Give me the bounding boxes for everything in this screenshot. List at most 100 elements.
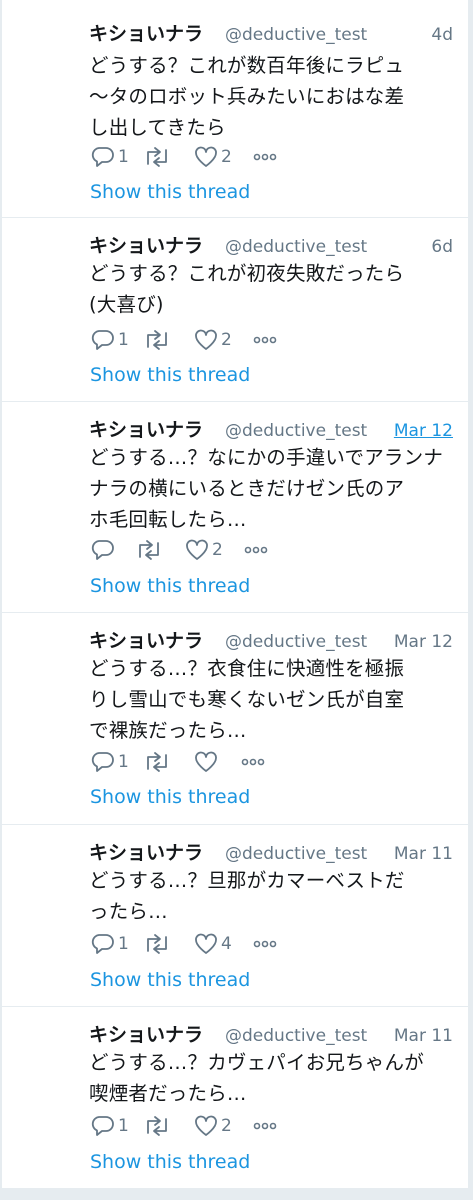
reply-icon	[91, 934, 114, 954]
tweet-text-line: どうする？これが初夜失敗だったら	[89, 262, 405, 285]
reply-count: 1	[118, 147, 129, 167]
more-button[interactable]	[252, 327, 278, 353]
more-icon	[244, 546, 268, 554]
tweet-text-line: どうする…？衣食住に快適性を極振	[89, 657, 405, 680]
show-thread-link[interactable]: Show this thread	[90, 1149, 250, 1175]
username-handle[interactable]: @deductive_test	[225, 420, 367, 442]
retweet-button[interactable]	[134, 537, 166, 563]
tweet-actions: 1	[90, 749, 310, 775]
reply-button[interactable]: 1	[90, 749, 129, 775]
retweet-icon	[147, 1116, 167, 1136]
tweet-header: キショいナラ @deductive_test Mar 12	[89, 629, 459, 655]
tweet-header: キショいナラ @deductive_test Mar 11	[89, 1023, 459, 1049]
tweet-text: どうする…？カヴェパイお兄ちゃんが 喫煙者だったら…	[89, 1047, 461, 1109]
reply-button[interactable]: 1	[90, 931, 129, 957]
heart-icon	[195, 146, 217, 167]
tweet-text-line: 喫煙者だったら…	[89, 1082, 247, 1105]
heart-icon	[186, 539, 208, 560]
more-button[interactable]	[252, 1113, 278, 1139]
tweet-actions: 1 2	[90, 144, 310, 170]
tweet[interactable]: キショいナラ @deductive_test Mar 11 どうする…？カヴェパ…	[2, 1007, 468, 1188]
more-icon	[241, 758, 265, 766]
like-button[interactable]: 2	[184, 537, 223, 563]
username-handle[interactable]: @deductive_test	[225, 631, 367, 653]
display-name[interactable]: キショいナラ	[89, 841, 203, 865]
more-button[interactable]	[240, 749, 266, 775]
timestamp[interactable]: 6d	[431, 236, 453, 258]
like-count: 4	[221, 934, 232, 954]
tweet-header: キショいナラ @deductive_test 4d	[89, 22, 459, 48]
timestamp[interactable]: Mar 12	[394, 420, 453, 442]
retweet-button[interactable]	[142, 1113, 174, 1139]
retweet-button[interactable]	[142, 749, 174, 775]
reply-button[interactable]: 1	[90, 327, 129, 353]
tweet-text-line: どうする…？なにかの手違いでアランナ	[89, 446, 444, 469]
like-button[interactable]	[193, 749, 221, 775]
retweet-icon	[147, 147, 167, 167]
more-button[interactable]	[252, 144, 278, 170]
heart-icon	[195, 329, 217, 350]
username-handle[interactable]: @deductive_test	[225, 843, 367, 865]
tweet-text: どうする…？旦那がカマーベストだ ったら…	[89, 865, 461, 927]
timestamp[interactable]: Mar 11	[394, 843, 453, 865]
display-name[interactable]: キショいナラ	[89, 234, 203, 258]
like-count: 2	[221, 147, 232, 167]
show-thread-link[interactable]: Show this thread	[90, 784, 250, 810]
display-name[interactable]: キショいナラ	[89, 22, 203, 46]
display-name[interactable]: キショいナラ	[89, 1023, 203, 1047]
tweet-text-line: どうする？これが数百年後にラピュ	[89, 54, 405, 77]
reply-icon	[91, 1116, 114, 1136]
heart-icon	[195, 933, 217, 954]
display-name[interactable]: キショいナラ	[89, 418, 203, 442]
display-name[interactable]: キショいナラ	[89, 629, 203, 653]
tweet[interactable]: キショいナラ @deductive_test 6d どうする？これが初夜失敗だっ…	[2, 218, 468, 402]
like-button[interactable]: 2	[193, 144, 232, 170]
retweet-button[interactable]	[142, 931, 174, 957]
timestamp[interactable]: 4d	[431, 24, 453, 46]
more-icon	[253, 153, 277, 161]
username-handle[interactable]: @deductive_test	[225, 24, 367, 46]
like-button[interactable]: 2	[193, 1113, 232, 1139]
show-thread-link[interactable]: Show this thread	[90, 573, 250, 599]
timestamp[interactable]: Mar 12	[394, 631, 453, 653]
tweet-text: どうする…？衣食住に快適性を極振 りし雪山でも寒くないゼン氏が自室 で裸族だった…	[89, 653, 461, 746]
retweet-button[interactable]	[142, 144, 174, 170]
reply-count: 1	[118, 934, 129, 954]
tweet-actions: 1 2	[90, 327, 310, 353]
retweet-button[interactable]	[142, 327, 174, 353]
tweet-text-line: ホ毛回転したら…	[89, 508, 247, 531]
show-thread-link[interactable]: Show this thread	[90, 179, 250, 205]
tweet-actions: 1 4	[90, 931, 310, 957]
tweet-text-line: し出してきたら	[89, 116, 226, 139]
reply-button[interactable]	[90, 537, 118, 563]
more-icon	[253, 940, 277, 948]
more-button[interactable]	[252, 931, 278, 957]
reply-icon	[91, 330, 114, 350]
username-handle[interactable]: @deductive_test	[225, 236, 367, 258]
tweet-text-line: ったら…	[89, 900, 168, 923]
reply-icon	[91, 752, 114, 772]
show-thread-link[interactable]: Show this thread	[90, 362, 250, 388]
tweet[interactable]: キショいナラ @deductive_test 4d どうする？これが数百年後にラ…	[2, 0, 468, 218]
like-button[interactable]: 2	[193, 327, 232, 353]
tweet[interactable]: キショいナラ @deductive_test Mar 12 どうする…？衣食住に…	[2, 613, 468, 825]
reply-button[interactable]: 1	[90, 144, 129, 170]
retweet-icon	[147, 330, 167, 350]
like-count: 2	[221, 1116, 232, 1136]
tweet-header: キショいナラ @deductive_test 6d	[89, 234, 459, 260]
show-thread-link[interactable]: Show this thread	[90, 967, 250, 993]
tweet-header: キショいナラ @deductive_test Mar 12	[89, 418, 459, 444]
tweet-actions: 1 2	[90, 1113, 310, 1139]
like-count: 2	[221, 330, 232, 350]
tweet-actions: 2	[90, 537, 310, 563]
tweet[interactable]: キショいナラ @deductive_test Mar 12 どうする…？なにかの…	[2, 402, 468, 613]
tweet-text-line: りし雪山でも寒くないゼン氏が自室	[89, 688, 405, 711]
like-button[interactable]: 4	[193, 931, 232, 957]
timestamp[interactable]: Mar 11	[394, 1025, 453, 1047]
tweet-text-line: ナラの横にいるときだけゼン氏のア	[89, 477, 405, 500]
username-handle[interactable]: @deductive_test	[225, 1025, 367, 1047]
tweet-text-line: で裸族だったら…	[89, 719, 247, 742]
more-button[interactable]	[243, 537, 269, 563]
tweet[interactable]: キショいナラ @deductive_test Mar 11 どうする…？旦那がカ…	[2, 825, 468, 1007]
reply-button[interactable]: 1	[90, 1113, 129, 1139]
